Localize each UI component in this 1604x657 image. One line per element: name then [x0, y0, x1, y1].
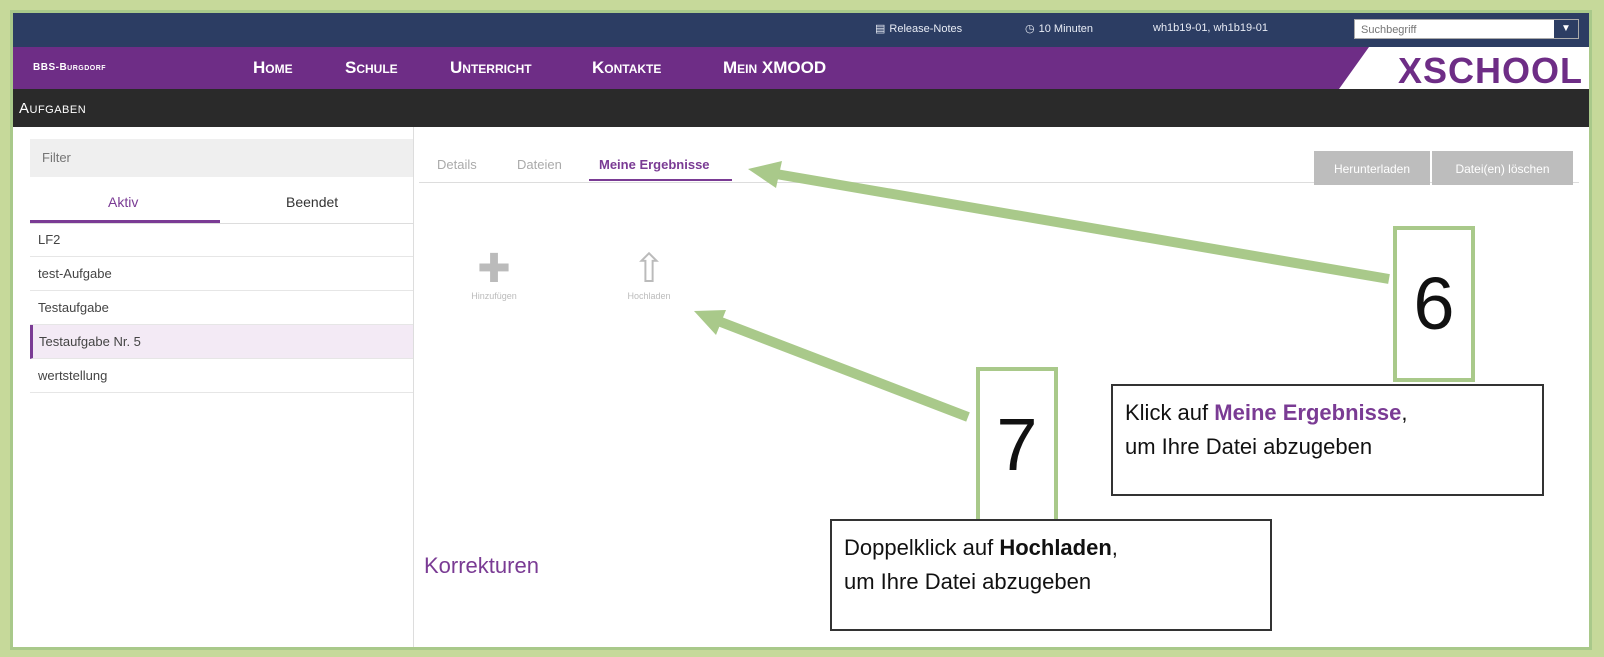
callout-6-text-pre: Klick auf — [1125, 400, 1215, 425]
filter-box[interactable] — [30, 139, 414, 177]
tab-aktiv[interactable]: Aktiv — [108, 194, 138, 210]
plus-icon: ✚ — [477, 247, 511, 291]
callout-7-line2: um Ihre Datei abzugeben — [844, 569, 1092, 594]
corrections-heading: Korrekturen — [424, 553, 539, 578]
callout-6-text-post: , — [1401, 400, 1408, 425]
user-name[interactable]: wh1b19-01, wh1b19-01 — [1153, 22, 1268, 34]
upload-action[interactable]: ⇧ Hochladen — [609, 247, 689, 301]
step-7-number: 7 — [976, 367, 1058, 523]
tab-dateien[interactable]: Dateien — [517, 157, 562, 172]
sidebar-tabs: Aktiv Beendet — [30, 177, 413, 224]
task-item-testaufgabe[interactable]: Testaufgabe — [30, 291, 413, 325]
xschool-logo: XSCHOOL — [1339, 47, 1589, 89]
step-6-number: 6 — [1393, 226, 1475, 382]
school-brand[interactable]: BBS-Burgdorf — [33, 62, 106, 73]
callout-7-text-post: , — [1111, 535, 1118, 560]
session-timer: ◷ 10 Minuten — [1025, 23, 1094, 35]
delete-files-button[interactable]: Datei(en) löschen — [1432, 151, 1573, 185]
tab-beendet[interactable]: Beendet — [286, 194, 338, 210]
logo-text: XSCHOOL — [1397, 50, 1583, 91]
upload-arrow-icon: ⇧ — [632, 247, 666, 291]
task-item-test-aufgabe[interactable]: test-Aufgabe — [30, 257, 413, 291]
nav-kontakte[interactable]: Kontakte — [592, 58, 661, 78]
clock-icon: ◷ — [1025, 23, 1035, 35]
nav-unterricht[interactable]: Unterricht — [450, 58, 532, 78]
release-notes-link[interactable]: ▤ Release-Notes — [875, 22, 962, 35]
add-label: Hinzufügen — [471, 291, 517, 301]
nav-mein-xmood[interactable]: Mein XMOOD — [723, 58, 826, 78]
step-7-callout: Doppelklick auf Hochladen, um Ihre Datei… — [830, 519, 1272, 631]
task-sidebar: Aktiv Beendet LF2 test-Aufgabe Testaufga… — [13, 127, 414, 647]
search-box[interactable]: ▼ — [1354, 19, 1579, 39]
task-item-testaufgabe-nr-5[interactable]: Testaufgabe Nr. 5 — [30, 325, 413, 359]
screenshot-frame: ▤ Release-Notes ◷ 10 Minuten wh1b19-01, wh… — [10, 10, 1592, 650]
tab-meine-ergebnisse[interactable]: Meine Ergebnisse — [599, 157, 710, 172]
callout-7-highlight: Hochladen — [999, 535, 1112, 560]
tab-details[interactable]: Details — [437, 157, 477, 172]
callout-6-line2: um Ihre Datei abzugeben — [1125, 434, 1373, 459]
task-list: LF2 test-Aufgabe Testaufgabe Testaufgabe… — [30, 223, 413, 393]
chevron-down-icon[interactable]: ▼ — [1554, 20, 1578, 38]
task-item-lf2[interactable]: LF2 — [30, 223, 413, 257]
nav-schule[interactable]: Schule — [345, 58, 398, 78]
callout-6-highlight: Meine Ergebnisse — [1214, 400, 1402, 425]
top-bar: ▤ Release-Notes ◷ 10 Minuten wh1b19-01, wh… — [13, 13, 1589, 47]
upload-label: Hochladen — [627, 291, 671, 301]
step-6-callout: Klick auf Meine Ergebnisse, um Ihre Date… — [1111, 384, 1544, 496]
callout-7-text-pre: Doppelklick auf — [844, 535, 1000, 560]
download-button[interactable]: Herunterladen — [1314, 151, 1430, 185]
search-input[interactable] — [1355, 21, 1557, 39]
page-title-bar: Aufgaben — [13, 89, 1589, 127]
task-item-wertstellung[interactable]: wertstellung — [30, 359, 413, 393]
document-icon: ▤ — [875, 23, 886, 35]
page-title: Aufgaben — [19, 100, 87, 117]
active-tab-indicator — [589, 179, 732, 181]
nav-home[interactable]: Home — [253, 58, 293, 78]
add-file-action[interactable]: ✚ Hinzufügen — [454, 247, 534, 301]
filter-input[interactable] — [30, 139, 414, 175]
